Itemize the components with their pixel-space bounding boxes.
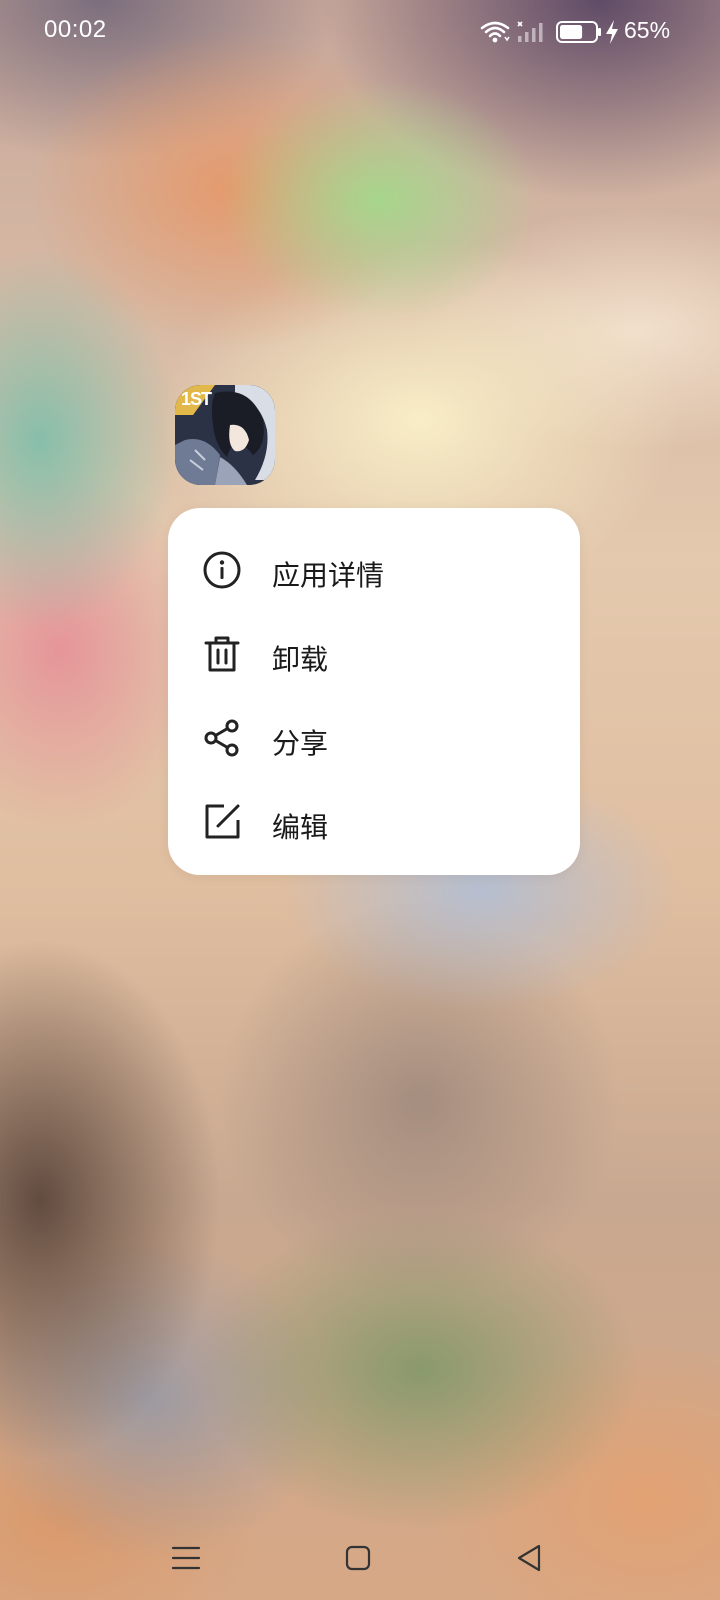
game-app-icon[interactable]: 1ST <box>175 385 275 485</box>
edit-icon <box>202 802 242 842</box>
navigation-bar <box>0 1520 720 1600</box>
app-context-menu: 应用详情 卸载 分享 编辑 <box>168 508 580 875</box>
battery-percent: 65% <box>624 17 671 43</box>
menu-item-share[interactable]: 分享 <box>168 696 580 780</box>
menu-item-label: 应用详情 <box>272 559 385 592</box>
home-icon[interactable] <box>338 1538 378 1578</box>
trash-icon <box>202 634 242 674</box>
status-time: 00:02 <box>44 16 107 43</box>
info-icon <box>202 550 242 590</box>
menu-icon[interactable] <box>166 1538 206 1578</box>
menu-item-edit[interactable]: 编辑 <box>168 780 580 864</box>
menu-item-app-details[interactable]: 应用详情 <box>168 528 580 612</box>
menu-item-label: 编辑 <box>272 811 329 844</box>
menu-item-label: 卸载 <box>272 643 329 676</box>
menu-item-uninstall[interactable]: 卸载 <box>168 612 580 696</box>
app-badge: 1ST <box>181 389 212 409</box>
share-icon <box>202 718 242 758</box>
signal-icon <box>516 20 548 44</box>
back-icon[interactable] <box>510 1538 550 1578</box>
charging-bolt-icon <box>604 19 620 45</box>
menu-item-label: 分享 <box>272 727 329 760</box>
status-bar: 00:02 65% <box>0 0 720 64</box>
battery-icon <box>556 21 602 43</box>
wifi-icon <box>480 20 510 44</box>
